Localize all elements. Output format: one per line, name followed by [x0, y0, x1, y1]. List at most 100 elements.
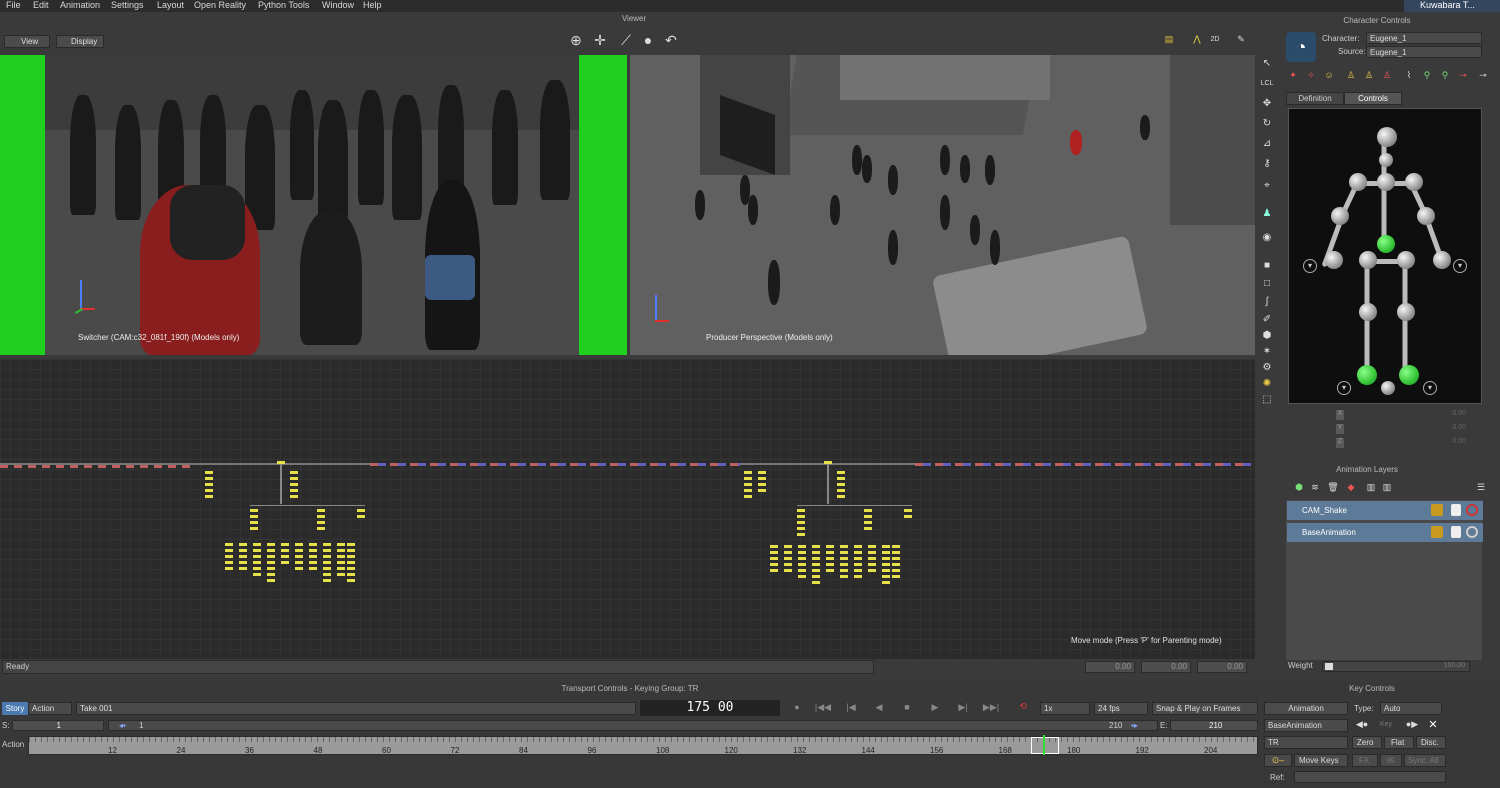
- flat-button[interactable]: Flat: [1384, 736, 1414, 749]
- body-part-icon[interactable]: ♙: [1344, 70, 1358, 81]
- animation-button[interactable]: Animation: [1264, 702, 1348, 715]
- left-foot-effector[interactable]: [1357, 365, 1377, 385]
- ik-button[interactable]: IK: [1380, 754, 1402, 767]
- character-control-rig[interactable]: ▾ ▾ ▾ ▾: [1288, 108, 1482, 404]
- zoom-icon[interactable]: ●: [640, 32, 656, 48]
- play-reverse-icon[interactable]: ◀: [872, 702, 886, 713]
- action-dropdown[interactable]: Action: [28, 702, 72, 715]
- translate-icon[interactable]: ✥: [1260, 97, 1274, 111]
- mute-icon[interactable]: [1466, 504, 1478, 516]
- layer-stack-icon[interactable]: ≋: [1308, 482, 1322, 493]
- dolly-icon[interactable]: ⟋: [616, 32, 636, 49]
- orbit-icon[interactable]: ⊕: [568, 32, 584, 49]
- film-icon[interactable]: ▤: [1162, 34, 1176, 45]
- character-icon[interactable]: ♟: [1260, 207, 1274, 221]
- left-hand-expand-icon[interactable]: ▾: [1303, 259, 1317, 273]
- speed-dropdown[interactable]: 1x: [1040, 702, 1090, 715]
- story-button[interactable]: Story: [2, 702, 28, 715]
- curve-icon[interactable]: ∫: [1260, 295, 1274, 309]
- start-field[interactable]: 1: [12, 720, 104, 731]
- left-knee-joint[interactable]: [1359, 303, 1377, 321]
- delete-layer-icon[interactable]: 🗑: [1326, 482, 1340, 493]
- left-elbow-joint[interactable]: [1331, 207, 1349, 225]
- disc-button[interactable]: Disc.: [1416, 736, 1446, 749]
- floor-contact-joint[interactable]: [1381, 381, 1395, 395]
- pin-translation-icon[interactable]: ✧: [1304, 70, 1318, 81]
- go-start-icon[interactable]: |◀◀: [814, 702, 832, 713]
- lock-icon[interactable]: [1431, 504, 1443, 516]
- next-key-icon[interactable]: ●▶: [1402, 719, 1422, 730]
- pin-icon[interactable]: ✦: [1286, 70, 1300, 81]
- pivot-icon[interactable]: ⌖: [1260, 179, 1274, 193]
- add-layer-icon[interactable]: ⬢: [1292, 482, 1306, 493]
- reset-icon[interactable]: ⊸: [1456, 70, 1470, 81]
- x-field-value[interactable]: 0.00: [1416, 410, 1466, 420]
- frame-icon[interactable]: ⬚: [1260, 393, 1274, 407]
- menu-layout[interactable]: Layout: [157, 0, 184, 10]
- weight-slider-handle[interactable]: [1325, 663, 1333, 670]
- next-key-icon[interactable]: ▶|: [956, 702, 970, 713]
- layer-settings-icon[interactable]: ▥: [1380, 482, 1394, 493]
- local-icon[interactable]: LCL: [1260, 77, 1274, 91]
- right-wrist-joint[interactable]: [1433, 251, 1451, 269]
- constraint-icon[interactable]: ✶: [1260, 345, 1274, 359]
- view-button[interactable]: View: [4, 35, 50, 48]
- mute-icon[interactable]: [1466, 526, 1478, 538]
- keying-group-dropdown[interactable]: TR: [1264, 736, 1348, 749]
- record-icon[interactable]: ●: [790, 702, 804, 712]
- viewport-switcher[interactable]: Switcher (CAM:c32_081f_190f) (Models onl…: [0, 55, 627, 355]
- right-shoulder-joint[interactable]: [1405, 173, 1423, 191]
- menu-animation[interactable]: Animation: [60, 0, 100, 10]
- tab-definition[interactable]: Definition: [1286, 92, 1344, 105]
- right-foot-effector[interactable]: [1399, 365, 1419, 385]
- scale-icon[interactable]: ⊿: [1260, 137, 1274, 151]
- 2d-mode-icon[interactable]: 2D: [1208, 36, 1222, 43]
- frame-display[interactable]: 175 00: [640, 700, 780, 716]
- sync-all-button[interactable]: Sync. All: [1404, 754, 1446, 767]
- loop-icon[interactable]: ⟲: [1012, 701, 1034, 712]
- camera-icon[interactable]: ⚙: [1260, 361, 1274, 375]
- ik-icon[interactable]: ⌇: [1402, 70, 1416, 81]
- menu-edit[interactable]: Edit: [33, 0, 49, 10]
- z-readout[interactable]: 0.00: [1197, 661, 1247, 673]
- take-dropdown[interactable]: Take 001: [76, 702, 636, 715]
- chest-joint[interactable]: [1377, 173, 1395, 191]
- rotate-icon[interactable]: ↻: [1260, 117, 1274, 131]
- left-wrist-joint[interactable]: [1325, 251, 1343, 269]
- go-end-icon[interactable]: ▶▶|: [982, 702, 1000, 713]
- x-readout[interactable]: 0.00: [1085, 661, 1135, 673]
- left-foot-expand-icon[interactable]: ▾: [1337, 381, 1351, 395]
- z-field-value[interactable]: 0.00: [1416, 438, 1466, 448]
- light-icon[interactable]: ⋀: [1190, 34, 1204, 45]
- user-account[interactable]: Kuwabara T...: [1404, 0, 1500, 12]
- menu-open-reality[interactable]: Open Reality: [194, 0, 246, 10]
- right-hand-expand-icon[interactable]: ▾: [1453, 259, 1467, 273]
- source-dropdown[interactable]: Eugene_1: [1366, 46, 1482, 58]
- range-slider[interactable]: ◂▪ 1 210 ▪▸: [108, 720, 1158, 731]
- hips-effector[interactable]: [1377, 235, 1395, 253]
- move-keys-button[interactable]: Move Keys: [1294, 754, 1348, 767]
- left-hip-joint[interactable]: [1359, 251, 1377, 269]
- right-elbow-joint[interactable]: [1417, 207, 1435, 225]
- key-filter-icon[interactable]: ⊙–: [1264, 754, 1292, 767]
- pan-icon[interactable]: ✛: [592, 32, 608, 49]
- rotate-view-icon[interactable]: ↶: [662, 32, 680, 49]
- selection-icon[interactable]: ♙: [1362, 70, 1376, 81]
- cube-icon[interactable]: ■: [1260, 259, 1274, 273]
- y-readout[interactable]: 0.00: [1141, 661, 1191, 673]
- select-icon[interactable]: ↖: [1260, 57, 1274, 71]
- tab-controls[interactable]: Controls: [1344, 92, 1402, 105]
- light-tool-icon[interactable]: ✺: [1260, 377, 1274, 391]
- viewport-producer-perspective[interactable]: Producer Perspective (Models only): [630, 55, 1255, 355]
- right-hip-joint[interactable]: [1397, 251, 1415, 269]
- range-start-handle[interactable]: ◂▪: [119, 721, 129, 730]
- merge-layer-icon[interactable]: ◆: [1344, 482, 1358, 493]
- menu-window[interactable]: Window: [322, 0, 354, 10]
- snap-dropdown[interactable]: Snap & Play on Frames: [1152, 702, 1258, 715]
- character-dropdown[interactable]: Eugene_1: [1366, 32, 1482, 44]
- end-field[interactable]: 210: [1170, 720, 1258, 731]
- brush-icon[interactable]: ✎: [1234, 34, 1248, 45]
- right-foot-expand-icon[interactable]: ▾: [1423, 381, 1437, 395]
- type-dropdown[interactable]: Auto: [1380, 702, 1442, 715]
- key-icon[interactable]: ⚷: [1260, 157, 1274, 171]
